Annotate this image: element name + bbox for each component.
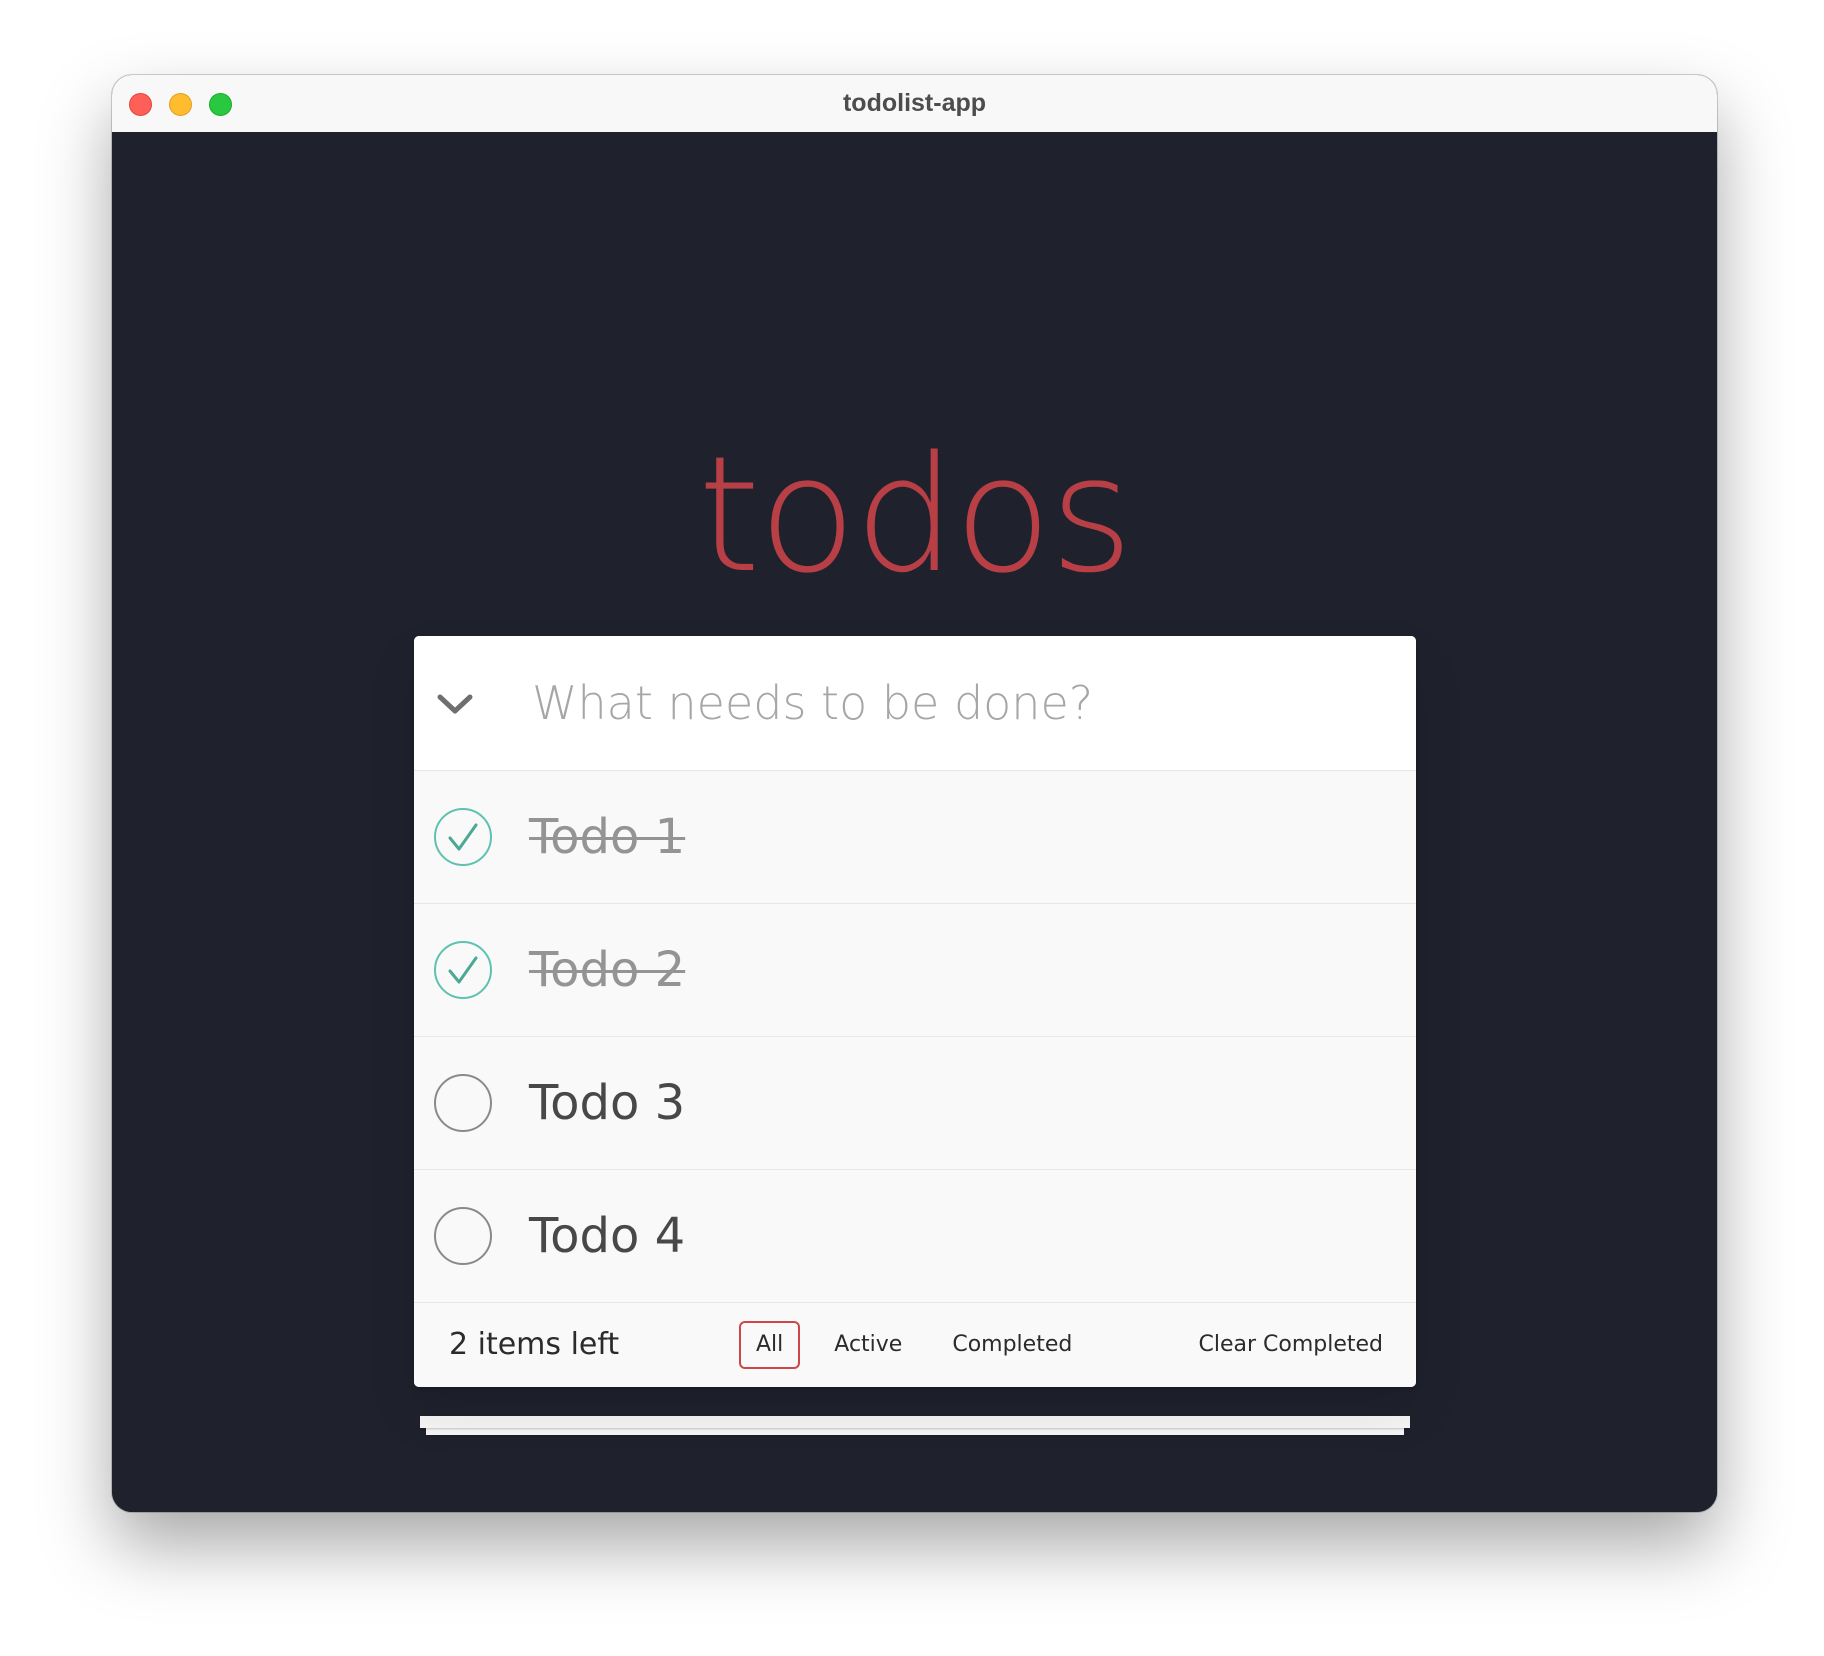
checked-circle-icon[interactable] [433,940,493,1000]
todo-footer: 2 items left All Active Completed Clear … [414,1303,1416,1387]
todo-label[interactable]: Todo 3 [529,1037,685,1169]
title-bar: todolist-app [112,75,1717,133]
todo-item: Todo 3 [414,1037,1416,1170]
todo-item: Todo 1 [414,771,1416,904]
empty-circle-icon[interactable] [433,1206,493,1266]
filter-active[interactable]: Active [818,1321,918,1369]
app-heading: todos [697,421,1133,608]
todo-label[interactable]: Todo 1 [529,771,685,903]
checked-circle-icon[interactable] [433,807,493,867]
items-left-count: 2 items left [449,1327,620,1362]
stack-sheet [420,1416,1410,1428]
todo-label[interactable]: Todo 4 [529,1170,685,1302]
filter-group: All Active Completed [739,1321,1088,1369]
new-todo-input[interactable] [532,660,1372,746]
chevron-down-icon[interactable] [436,686,474,720]
empty-circle-icon[interactable] [433,1073,493,1133]
todo-item: Todo 4 [414,1170,1416,1303]
app-content: todos Todo 1 [112,132,1717,1512]
filter-all[interactable]: All [739,1321,801,1369]
app-window: todolist-app todos What needs to be done… [112,75,1717,1512]
todo-card: Todo 1 Todo 2 Todo 3 [414,636,1416,1387]
todo-label[interactable]: Todo 2 [529,904,685,1036]
todo-card-stack: Todo 1 Todo 2 Todo 3 [414,636,1416,1435]
todo-item: Todo 2 [414,904,1416,1037]
new-todo-row [414,636,1416,771]
clear-completed-button[interactable]: Clear Completed [1198,1321,1383,1369]
todo-list: Todo 1 Todo 2 Todo 3 Todo 4 [414,771,1416,1303]
window-title: todolist-app [842,89,987,117]
filter-completed[interactable]: Completed [936,1321,1088,1369]
